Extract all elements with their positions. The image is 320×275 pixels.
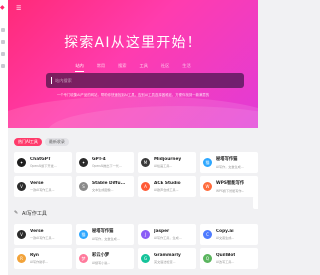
tool-desc: AI写作助手...	[30, 260, 49, 265]
tool-desc: OpenAI推出下一代...	[92, 164, 122, 169]
tool-desc: AI绘画工具...	[154, 164, 173, 169]
tool-name: WPS智能写作	[216, 181, 245, 187]
tool-grid-writing: V Verse 一款AI写作工具... 猫秘塔写作猫 AI写作，文章生成... J Ja…	[14, 224, 258, 269]
side-float-button[interactable]	[253, 196, 258, 209]
hero-banner: ☰ 探索AI从这里开始！ 站内 常用 搜索 工具 社区 生活 一个专门收集AI产…	[8, 0, 258, 128]
tool-logo-icon: 梦	[79, 254, 88, 263]
tool-grid-hot: ✦ ChatGPT OpenAI旗下开发... ✦ GPT-4 OpenAI推出下一代.…	[14, 152, 258, 197]
sidebar-item[interactable]	[1, 28, 5, 32]
tool-logo-icon: J	[141, 230, 150, 239]
tool-card[interactable]: V Verse 一款AI写作工具...	[14, 176, 72, 197]
tool-name: 秘塔写作猫	[92, 229, 114, 235]
tool-logo-icon: S	[79, 182, 88, 191]
tool-card[interactable]: A ACE Studio AI歌声合成工具...	[138, 176, 196, 197]
tool-desc: OpenAI旗下开发...	[30, 164, 57, 169]
tool-logo-icon: V	[17, 182, 26, 191]
tool-desc: 一款AI写作工具...	[30, 236, 55, 241]
tool-desc: 文本生成图像...	[92, 188, 114, 193]
logo-icon[interactable]: ◆	[0, 4, 6, 12]
hamburger-icon[interactable]: ☰	[16, 6, 22, 12]
tool-name: Verse	[30, 228, 44, 234]
tool-card[interactable]: J Jasper AI写作工具，生成...	[138, 224, 196, 245]
tab-tools[interactable]: 工具	[140, 63, 148, 72]
tool-name: Stable Diffu...	[92, 180, 126, 186]
tool-logo-icon: R	[17, 254, 26, 263]
main-content: 热门AI工具 最新收录 ✦ ChatGPT OpenAI旗下开发... ✦ GPT-4…	[8, 128, 258, 275]
tool-logo-icon: M	[141, 158, 150, 167]
tool-logo-icon: 猫	[79, 230, 88, 239]
tool-desc: AI写作，文章生成...	[92, 236, 120, 241]
search-bar[interactable]	[46, 73, 244, 88]
search-input[interactable]	[55, 78, 235, 83]
tool-logo-icon: C	[203, 230, 212, 239]
tool-name: Jasper	[154, 228, 170, 234]
section-title: ✎ AI写作工具	[14, 210, 47, 218]
sidebar-item[interactable]	[1, 64, 5, 68]
tool-card[interactable]: ✦ GPT-4 OpenAI推出下一代...	[76, 152, 134, 173]
hero-subtitle: 一个专门收集AI产品的网站，帮助你快速找到AI工具，告别AI工具选择困难症，方便…	[56, 93, 210, 97]
tool-logo-icon: ✦	[17, 158, 26, 167]
tool-logo-icon: W	[203, 182, 212, 191]
tool-name: ACE Studio	[154, 180, 181, 186]
tool-name: 秘塔写作猫	[216, 157, 238, 163]
left-sidebar: ◆	[0, 0, 8, 275]
tool-desc: AI续写小说...	[92, 260, 111, 265]
tool-card[interactable]: R Ryn AI写作助手...	[14, 248, 72, 269]
filter-chips: 热门AI工具 最新收录	[14, 138, 69, 146]
pen-icon: ✎	[14, 210, 19, 216]
tool-logo-icon: A	[141, 182, 150, 191]
tool-card[interactable]: W WPS智能写作 WPS旗下智能写作...	[200, 176, 258, 197]
tool-name: Ryn	[30, 252, 39, 258]
tool-name: 彩云小梦	[92, 253, 110, 259]
chip-hot-tools[interactable]: 热门AI工具	[14, 138, 42, 146]
tool-desc: 英文语法检查...	[154, 260, 176, 265]
tool-card[interactable]: V Verse 一款AI写作工具...	[14, 224, 72, 245]
tool-card[interactable]: Q QuillBot AI改写工具...	[200, 248, 258, 269]
tool-name: Copy.ai	[216, 228, 234, 234]
tool-card[interactable]: G Grammarly 英文语法检查...	[138, 248, 196, 269]
tab-life[interactable]: 生活	[182, 63, 190, 72]
tool-name: Midjourney	[154, 156, 182, 162]
tool-card[interactable]: C Copy.ai AI文案生成...	[200, 224, 258, 245]
tab-community[interactable]: 社区	[161, 63, 169, 72]
tool-card[interactable]: 猫秘塔写作猫 AI写作，文章生成...	[200, 152, 258, 173]
search-tabs: 站内 常用 搜索 工具 社区 生活	[8, 63, 258, 72]
tool-desc: 一款AI写作工具...	[30, 188, 55, 193]
tool-logo-icon: V	[17, 230, 26, 239]
sidebar-item[interactable]	[1, 52, 5, 56]
tool-logo-icon: G	[141, 254, 150, 263]
tool-logo-icon: ✦	[79, 158, 88, 167]
tool-logo-icon: 猫	[203, 158, 212, 167]
tab-common[interactable]: 常用	[97, 63, 105, 72]
tool-desc: AI歌声合成工具...	[154, 188, 179, 193]
section-title-text: AI写作工具	[22, 211, 47, 217]
tool-name: Grammarly	[154, 252, 181, 258]
tool-name: QuillBot	[216, 252, 236, 258]
tool-desc: AI文案生成...	[216, 236, 235, 241]
tool-name: ChatGPT	[30, 156, 51, 162]
tool-card[interactable]: S Stable Diffu... 文本生成图像...	[76, 176, 134, 197]
hero-title: 探索AI从这里开始！	[64, 35, 202, 51]
tab-search[interactable]: 搜索	[118, 63, 126, 72]
tool-card[interactable]: 梦彩云小梦 AI续写小说...	[76, 248, 134, 269]
tool-desc: WPS旗下智能写作...	[216, 188, 245, 193]
sidebar-item[interactable]	[1, 40, 5, 44]
tool-card[interactable]: ✦ ChatGPT OpenAI旗下开发...	[14, 152, 72, 173]
tool-card[interactable]: M Midjourney AI绘画工具...	[138, 152, 196, 173]
tool-card[interactable]: 猫秘塔写作猫 AI写作，文章生成...	[76, 224, 134, 245]
chip-newest[interactable]: 最新收录	[44, 138, 69, 146]
tool-desc: AI写作，文章生成...	[216, 164, 244, 169]
tool-name: GPT-4	[92, 156, 106, 162]
tab-site[interactable]: 站内	[75, 63, 84, 72]
tool-desc: AI改写工具...	[216, 260, 235, 265]
text-cursor	[51, 77, 52, 84]
tool-name: Verse	[30, 180, 44, 186]
tool-desc: AI写作工具，生成...	[154, 236, 182, 241]
tool-logo-icon: Q	[203, 254, 212, 263]
